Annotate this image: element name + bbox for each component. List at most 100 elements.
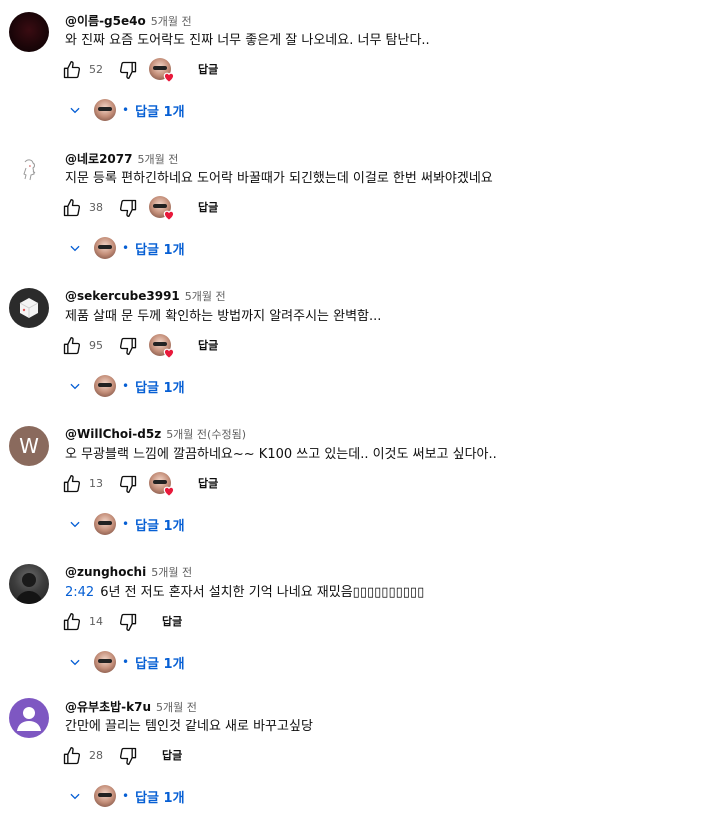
like-button[interactable]: [58, 56, 86, 84]
replies-count-label: 답글 1개: [135, 380, 185, 396]
commenter-avatar[interactable]: W: [9, 426, 49, 466]
comment-time[interactable]: 5개월 전: [156, 699, 197, 715]
reply-button[interactable]: 답글: [198, 470, 218, 498]
person-photo-icon: [15, 573, 43, 604]
replier-avatar: [94, 99, 116, 121]
view-replies-button[interactable]: • 답글 1개: [66, 648, 185, 676]
thumbs-down-icon: [119, 475, 137, 493]
like-button[interactable]: [58, 608, 86, 636]
video-timestamp-link[interactable]: 2:42: [65, 585, 94, 600]
commenter-avatar[interactable]: [9, 564, 49, 604]
reply-button[interactable]: 답글: [162, 742, 182, 770]
creator-heart: [148, 194, 176, 222]
like-count: 95: [89, 339, 103, 352]
separator-dot: •: [122, 655, 130, 669]
comment-author[interactable]: @zunghochi: [65, 565, 146, 579]
comment-text: 지문 등록 편하긴하네요 도어락 바꿀때가 되긴했는데 이걸로 한번 써봐야겠네…: [65, 171, 493, 186]
view-replies-button[interactable]: • 답글 1개: [66, 782, 185, 810]
comment-thread: W @WillChoi-d5z 5개월 전(수정됨) 오 무광블랙 느낌에 깔끔…: [0, 426, 706, 556]
commenter-avatar[interactable]: [9, 150, 49, 190]
comment-author[interactable]: @유부초밥-k7u: [65, 698, 151, 715]
separator-dot: •: [122, 241, 130, 255]
comment-time[interactable]: 5개월 전: [151, 13, 192, 29]
chevron-down-icon: [66, 377, 84, 395]
comment-author[interactable]: @sekercube3991: [65, 289, 180, 303]
dislike-button[interactable]: [114, 470, 142, 498]
comment-actions: 13 답글: [58, 470, 458, 498]
default-person-icon: [17, 707, 41, 731]
creator-heart: [148, 470, 176, 498]
dislike-button[interactable]: [114, 194, 142, 222]
separator-dot: •: [122, 517, 130, 531]
comment-time[interactable]: 5개월 전: [137, 151, 178, 167]
view-replies-button[interactable]: • 답글 1개: [66, 96, 185, 124]
dislike-button[interactable]: [114, 742, 142, 770]
comment-actions: 52 답글: [58, 56, 458, 84]
comment-time[interactable]: 5개월 전: [151, 564, 192, 580]
comment-text: 2:42 6년 전 저도 혼자서 설치한 기억 나네요 재밌음▯▯▯▯▯▯▯▯▯▯: [65, 584, 424, 602]
reply-button[interactable]: 답글: [198, 56, 218, 84]
comment-thread: @유부초밥-k7u 5개월 전 간만에 끌리는 템인것 같네요 새로 바꾸고싶당…: [0, 698, 706, 828]
reply-button[interactable]: 답글: [198, 194, 218, 222]
heart-icon: [163, 210, 175, 221]
thumbs-down-icon: [119, 747, 137, 765]
thumbs-up-icon: [63, 199, 81, 217]
comment-author[interactable]: @이름-g5e4o: [65, 12, 146, 29]
thumbs-up-icon: [63, 747, 81, 765]
thumbs-up-icon: [63, 475, 81, 493]
comment-text: 간만에 끌리는 템인것 같네요 새로 바꾸고싶당: [65, 719, 313, 734]
separator-dot: •: [122, 789, 130, 803]
view-replies-button[interactable]: • 답글 1개: [66, 234, 185, 262]
comment-text: 와 진짜 요즘 도어락도 진짜 너무 좋은게 잘 나오네요. 너무 탐난다..: [65, 33, 430, 48]
creator-heart: [148, 56, 176, 84]
heart-icon: [163, 72, 175, 83]
commenter-avatar[interactable]: [9, 698, 49, 738]
commenter-avatar[interactable]: [9, 288, 49, 328]
replies-count-label: 답글 1개: [135, 790, 185, 806]
comment-actions: 28 답글: [58, 742, 458, 770]
comment-time[interactable]: 5개월 전: [185, 288, 226, 304]
like-button[interactable]: [58, 194, 86, 222]
replier-avatar: [94, 785, 116, 807]
replies-count-label: 답글 1개: [135, 242, 185, 258]
dislike-button[interactable]: [114, 332, 142, 360]
like-count: 52: [89, 63, 103, 76]
reply-button[interactable]: 답글: [198, 332, 218, 360]
comment-actions: 95 답글: [58, 332, 458, 360]
comment-author[interactable]: @WillChoi-d5z: [65, 427, 161, 441]
thumbs-down-icon: [119, 613, 137, 631]
thumbs-down-icon: [119, 199, 137, 217]
replier-avatar: [94, 237, 116, 259]
comment-time[interactable]: 5개월 전(수정됨): [166, 426, 246, 442]
dislike-button[interactable]: [114, 608, 142, 636]
like-count: 13: [89, 477, 103, 490]
reply-button[interactable]: 답글: [162, 608, 182, 636]
like-count: 38: [89, 201, 103, 214]
like-button[interactable]: [58, 332, 86, 360]
chevron-down-icon: [66, 653, 84, 671]
comment-thread: @네로2077 5개월 전 지문 등록 편하긴하네요 도어락 바꿀때가 되긴했는…: [0, 150, 706, 280]
chevron-down-icon: [66, 239, 84, 257]
thumbs-down-icon: [119, 337, 137, 355]
commenter-avatar[interactable]: [9, 12, 49, 52]
like-button[interactable]: [58, 470, 86, 498]
dislike-button[interactable]: [114, 56, 142, 84]
comment-thread: @이름-g5e4o 5개월 전 와 진짜 요즘 도어락도 진짜 너무 좋은게 잘…: [0, 12, 706, 142]
heart-icon: [163, 348, 175, 359]
cube-avatar-icon: [19, 298, 39, 318]
replier-avatar: [94, 651, 116, 673]
replies-count-label: 답글 1개: [135, 104, 185, 120]
like-count: 14: [89, 615, 103, 628]
sketch-avatar-icon: [23, 159, 36, 181]
view-replies-button[interactable]: • 답글 1개: [66, 372, 185, 400]
replier-avatar: [94, 375, 116, 397]
comment-thread: @sekercube3991 5개월 전 제품 살때 문 두께 확인하는 방법까…: [0, 288, 706, 418]
creator-heart: [148, 332, 176, 360]
chevron-down-icon: [66, 787, 84, 805]
replier-avatar: [94, 513, 116, 535]
comment-author[interactable]: @네로2077: [65, 150, 132, 167]
like-button[interactable]: [58, 742, 86, 770]
thumbs-down-icon: [119, 61, 137, 80]
comment-text: 제품 살때 문 두께 확인하는 방법까지 알려주시는 완벽함...: [65, 309, 382, 324]
view-replies-button[interactable]: • 답글 1개: [66, 510, 185, 538]
